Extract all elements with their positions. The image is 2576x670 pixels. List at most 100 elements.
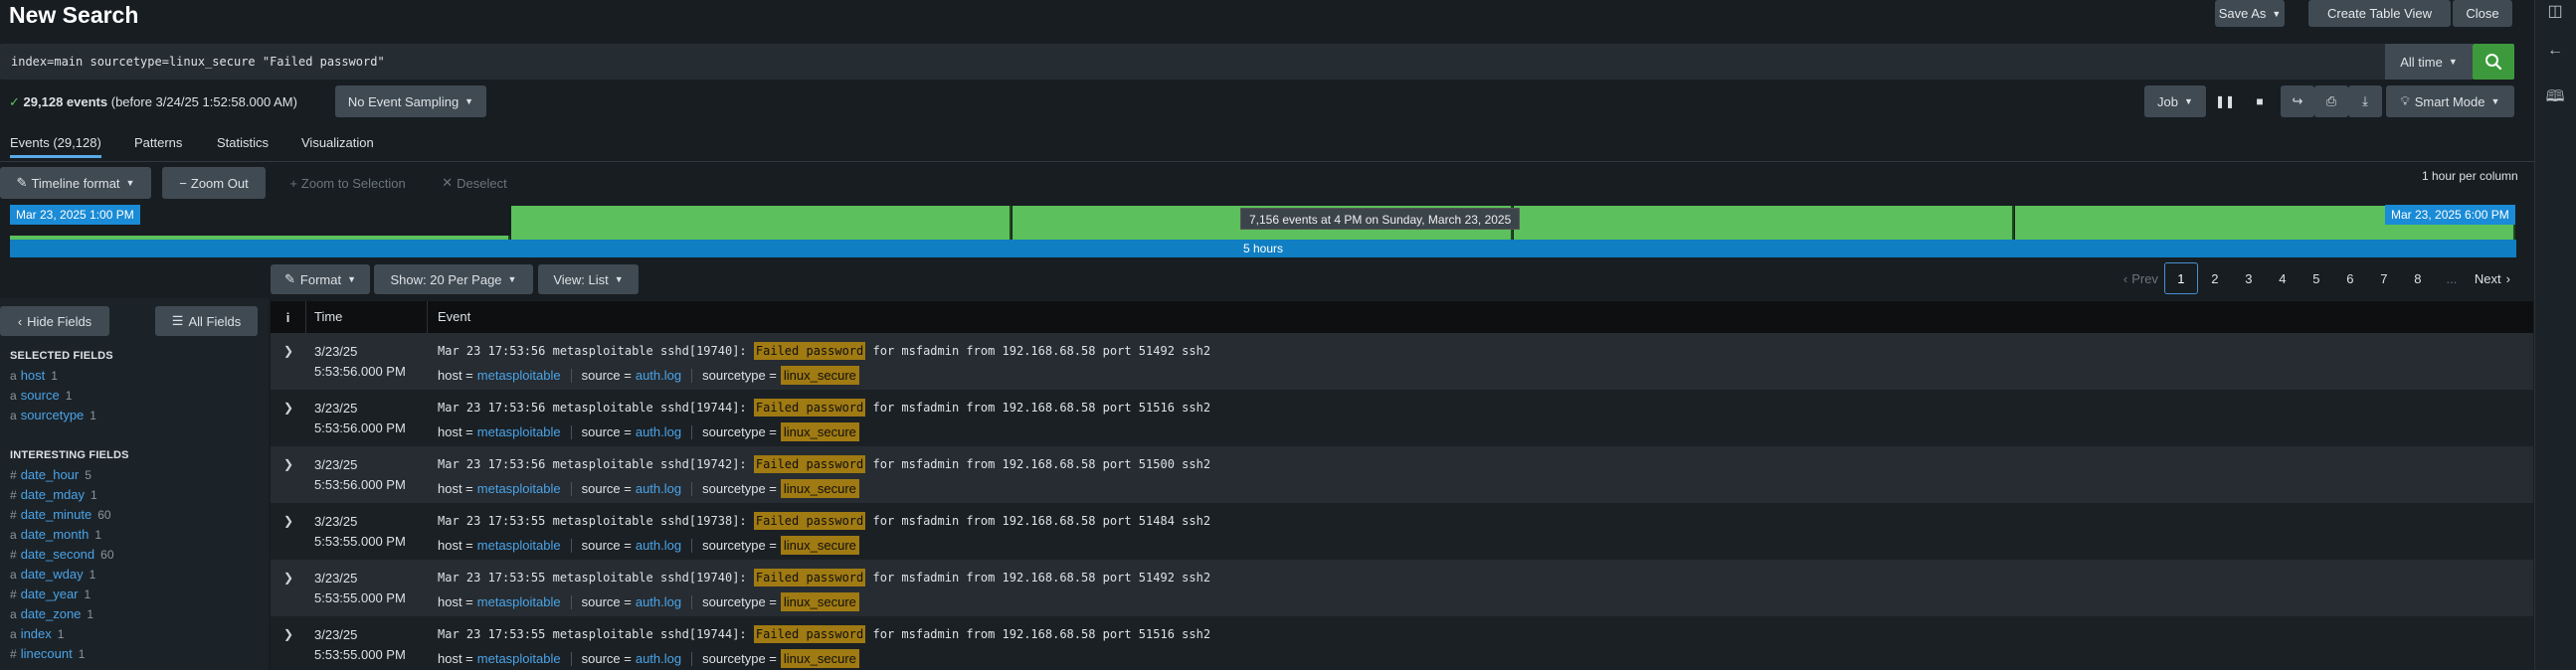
field-item[interactable]: a sourcetype 1 [10, 408, 96, 422]
create-table-view-button[interactable]: Create Table View [2308, 0, 2451, 27]
host-value[interactable]: metasploitable [477, 368, 561, 383]
page-button-3[interactable]: 3 [2232, 262, 2266, 294]
arrow-left-icon[interactable]: ← [2544, 40, 2566, 62]
field-item[interactable]: a date_wday 1 [10, 567, 95, 582]
event-highlight[interactable]: Failed password [753, 625, 866, 643]
host-value[interactable]: metasploitable [477, 594, 561, 609]
job-menu-button[interactable]: Job ▼ [2144, 85, 2206, 117]
per-page-dropdown[interactable]: Show: 20 Per Page ▼ [374, 264, 533, 294]
field-item[interactable]: a index 1 [10, 626, 64, 641]
event-time[interactable]: 3/23/25 5:53:55.000 PM [306, 616, 428, 670]
page-button-2[interactable]: 2 [2198, 262, 2232, 294]
time-column-header[interactable]: Time [306, 301, 428, 333]
tab-statistics[interactable]: Statistics [217, 128, 269, 158]
field-name[interactable]: host [21, 368, 46, 383]
event-time[interactable]: 3/23/25 5:53:55.000 PM [306, 560, 428, 616]
source-value[interactable]: auth.log [636, 481, 681, 496]
field-name[interactable]: date_mday [21, 487, 85, 502]
info-column-header[interactable]: i [271, 301, 306, 333]
host-value[interactable]: metasploitable [477, 538, 561, 553]
source-value[interactable]: auth.log [636, 368, 681, 383]
page-button-7[interactable]: 7 [2367, 262, 2401, 294]
field-name[interactable]: source [21, 388, 60, 403]
search-mode-dropdown[interactable]: 💡︎ Smart Mode ▼ [2386, 85, 2514, 117]
field-item[interactable]: # date_second 60 [10, 547, 114, 562]
event-highlight[interactable]: Failed password [753, 512, 866, 530]
field-name[interactable]: date_year [21, 586, 79, 601]
search-submit-button[interactable] [2473, 44, 2514, 80]
deselect-button[interactable]: ✕ Deselect [435, 167, 514, 199]
next-page-button[interactable]: Next › [2469, 262, 2516, 294]
close-button[interactable]: Close [2453, 0, 2512, 27]
field-name[interactable]: date_hour [21, 467, 80, 482]
panel-icon[interactable]: ◫ [2544, 0, 2566, 22]
book-icon[interactable]: 🕮︎ [2544, 87, 2566, 109]
field-item[interactable]: a date_month 1 [10, 527, 101, 542]
host-value[interactable]: metasploitable [477, 424, 561, 439]
event-raw[interactable]: Mar 23 17:53:55 metasploitable sshd[1973… [438, 510, 2533, 532]
search-input[interactable]: index=main sourcetype=linux_secure "Fail… [0, 44, 2387, 80]
event-raw[interactable]: Mar 23 17:53:55 metasploitable sshd[1974… [438, 567, 2533, 588]
field-name[interactable]: sourcetype [21, 408, 85, 422]
stop-icon[interactable]: ■ [2243, 85, 2277, 117]
event-time[interactable]: 3/23/25 5:53:56.000 PM [306, 390, 428, 446]
chevron-right-icon[interactable]: ❯ [271, 446, 306, 503]
event-time[interactable]: 3/23/25 5:53:56.000 PM [306, 446, 428, 503]
field-name[interactable]: date_zone [21, 606, 82, 621]
sourcetype-value[interactable]: linux_secure [780, 592, 859, 611]
event-raw[interactable]: Mar 23 17:53:56 metasploitable sshd[1974… [438, 340, 2533, 362]
field-name[interactable]: linecount [21, 646, 73, 661]
field-item[interactable]: # date_hour 5 [10, 467, 92, 482]
event-highlight[interactable]: Failed password [753, 455, 866, 473]
chevron-right-icon[interactable]: ❯ [271, 616, 306, 670]
field-name[interactable]: date_month [21, 527, 90, 542]
source-value[interactable]: auth.log [636, 651, 681, 666]
prev-page-button[interactable]: ‹ Prev [2117, 262, 2164, 294]
source-value[interactable]: auth.log [636, 594, 681, 609]
time-range-picker[interactable]: All time ▼ [2385, 44, 2473, 80]
save-as-button[interactable]: Save As ▼ [2215, 0, 2285, 27]
field-name[interactable]: date_minute [21, 507, 92, 522]
share-icon[interactable]: ↪ [2281, 85, 2314, 117]
field-item[interactable]: a host 1 [10, 368, 58, 383]
sourcetype-value[interactable]: linux_secure [780, 366, 859, 385]
chevron-right-icon[interactable]: ❯ [271, 560, 306, 616]
timeline-format-dropdown[interactable]: ✎ Timeline format ▼ [0, 167, 151, 199]
event-sampling-dropdown[interactable]: No Event Sampling ▼ [335, 85, 486, 117]
host-value[interactable]: metasploitable [477, 651, 561, 666]
tab-patterns[interactable]: Patterns [134, 128, 182, 158]
event-raw[interactable]: Mar 23 17:53:56 metasploitable sshd[1974… [438, 453, 2533, 475]
event-raw[interactable]: Mar 23 17:53:56 metasploitable sshd[1974… [438, 397, 2533, 419]
view-dropdown[interactable]: View: List ▼ [538, 264, 639, 294]
page-button-6[interactable]: 6 [2333, 262, 2367, 294]
event-column-header[interactable]: Event [428, 301, 470, 333]
timeline-column[interactable] [1514, 206, 2014, 240]
host-value[interactable]: metasploitable [477, 481, 561, 496]
sourcetype-value[interactable]: linux_secure [780, 649, 859, 668]
page-button-5[interactable]: 5 [2300, 262, 2333, 294]
field-item[interactable]: # date_mday 1 [10, 487, 97, 502]
source-value[interactable]: auth.log [636, 538, 681, 553]
export-icon[interactable]: ⤓ [2348, 85, 2382, 117]
field-item[interactable]: # linecount 1 [10, 646, 85, 661]
event-highlight[interactable]: Failed password [753, 399, 866, 417]
hide-fields-button[interactable]: ‹ Hide Fields [0, 306, 109, 336]
chevron-right-icon[interactable]: ❯ [271, 390, 306, 446]
pause-icon[interactable]: ❚❚ [2208, 85, 2242, 117]
field-name[interactable]: date_second [21, 547, 94, 562]
source-value[interactable]: auth.log [636, 424, 681, 439]
field-item[interactable]: # date_year 1 [10, 586, 91, 601]
event-highlight[interactable]: Failed password [753, 342, 866, 360]
tab-events[interactable]: Events (29,128) [10, 128, 101, 158]
event-time[interactable]: 3/23/25 5:53:55.000 PM [306, 503, 428, 560]
sourcetype-value[interactable]: linux_secure [780, 479, 859, 498]
zoom-out-button[interactable]: − Zoom Out [162, 167, 266, 199]
zoom-to-selection-button[interactable]: + Zoom to Selection [280, 167, 415, 199]
chevron-right-icon[interactable]: ❯ [271, 333, 306, 390]
event-time[interactable]: 3/23/25 5:53:56.000 PM [306, 333, 428, 390]
field-item[interactable]: a source 1 [10, 388, 72, 403]
chevron-right-icon[interactable]: ❯ [271, 503, 306, 560]
sourcetype-value[interactable]: linux_secure [780, 536, 859, 555]
format-dropdown[interactable]: ✎ Format ▼ [271, 264, 370, 294]
field-item[interactable]: # date_minute 60 [10, 507, 111, 522]
